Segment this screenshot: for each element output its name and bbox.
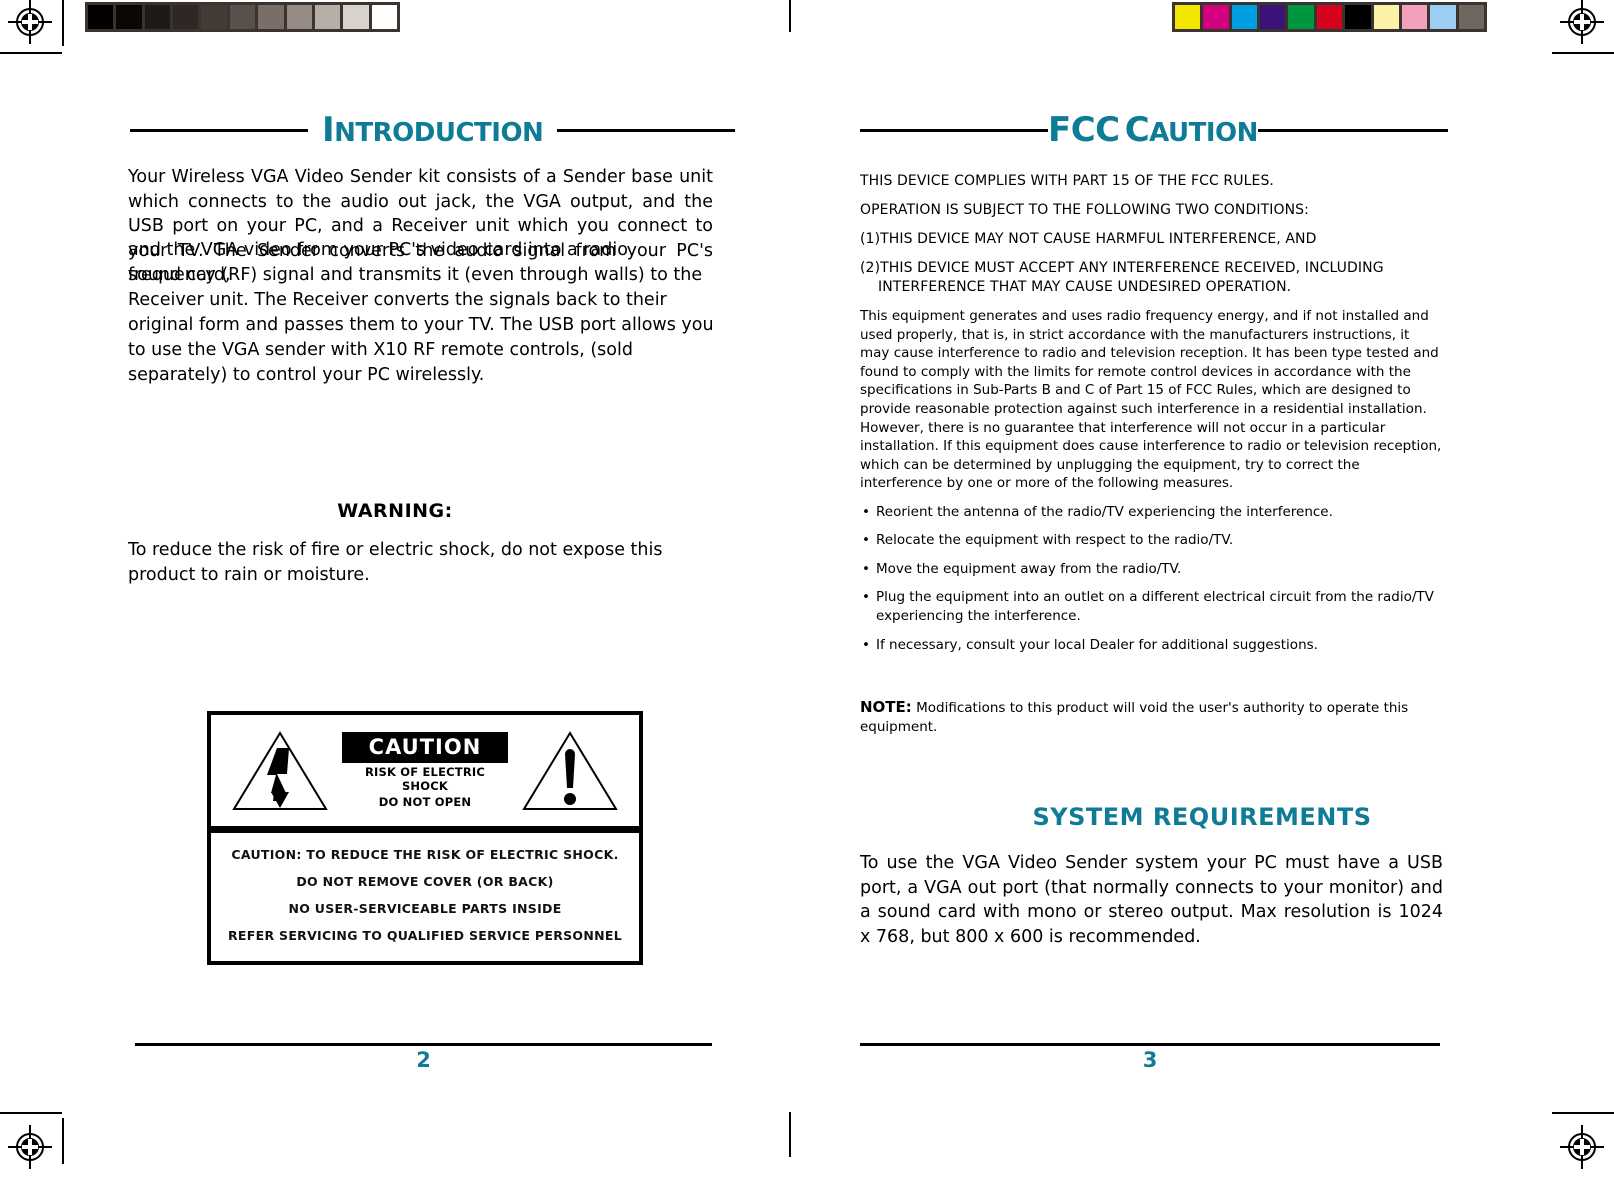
bullet-marker: • bbox=[862, 637, 870, 653]
manual-page-spread: INTRODUCTION Your Wireless VGA Video Sen… bbox=[0, 0, 1614, 1179]
heading-rule-right bbox=[557, 128, 736, 132]
bullet-marker: • bbox=[862, 532, 870, 548]
bullet-marker: • bbox=[862, 589, 870, 605]
fcc-bullet-5: • If necessary, consult your local Deale… bbox=[862, 636, 1462, 655]
system-requirements-text: To use the VGA Video Sender system your … bbox=[860, 853, 1443, 947]
caution-bottom-line-1: CAUTION: TO REDUCE THE RISK OF ELECTRIC … bbox=[231, 847, 619, 862]
left-page-footer-rule bbox=[135, 1043, 712, 1046]
introduction-heading: INTRODUCTION bbox=[130, 110, 736, 150]
warning-title: WARNING: bbox=[337, 500, 453, 522]
caution-bottom-line-4: REFER SERVICING TO QUALIFIED SERVICE PER… bbox=[228, 928, 622, 943]
fcc-statement-1: THIS DEVICE COMPLIES WITH PART 15 OF THE… bbox=[860, 173, 1274, 189]
caution-panel-subtitle-line1: RISK OF ELECTRIC SHOCK bbox=[364, 765, 486, 793]
bullet-marker: • bbox=[862, 504, 870, 520]
caution-bottom-line-3: NO USER-SERVICEABLE PARTS INSIDE bbox=[288, 901, 562, 916]
fcc-interference-paragraph: This equipment generates and uses radio … bbox=[860, 308, 1442, 492]
left-page: INTRODUCTION Your Wireless VGA Video Sen… bbox=[0, 0, 790, 1179]
fcc-bullet-3-text: Move the equipment away from the radio/T… bbox=[876, 561, 1182, 577]
right-page-footer-rule bbox=[860, 1043, 1440, 1046]
fcc-bullet-2-text: Relocate the equipment with respect to t… bbox=[876, 532, 1234, 548]
caution-graphic-top-row: CAUTION RISK OF ELECTRIC SHOCK DO NOT OP… bbox=[211, 715, 639, 833]
fcc-bullet-5-text: If necessary, consult your local Dealer … bbox=[876, 637, 1318, 653]
caution-warning-panel: CAUTION RISK OF ELECTRIC SHOCK DO NOT OP… bbox=[341, 732, 508, 809]
bullet-marker: • bbox=[862, 561, 870, 577]
caution-panel-title: CAUTION bbox=[341, 732, 508, 763]
caution-panel-subtitle-line2: DO NOT OPEN bbox=[378, 795, 472, 809]
right-page: FCC CAUTION THIS DEVICE COMPLIES WITH PA… bbox=[790, 0, 1614, 1179]
lightning-bolt-triangle-icon bbox=[231, 730, 329, 812]
caution-label-graphic: CAUTION RISK OF ELECTRIC SHOCK DO NOT OP… bbox=[207, 711, 643, 965]
heading-rule-left bbox=[130, 128, 308, 132]
fcc-heading-caution-initial: C bbox=[1124, 110, 1150, 150]
fcc-statement-2: OPERATION IS SUBJECT TO THE FOLLOWING TW… bbox=[860, 202, 1309, 218]
exclamation-triangle-icon bbox=[521, 730, 619, 812]
fcc-heading-caution-rest: AUTION bbox=[1149, 118, 1258, 148]
caution-bottom-line-2: DO NOT REMOVE COVER (OR BACK) bbox=[296, 874, 554, 889]
introduction-heading-text: NTRODUCTION bbox=[334, 118, 544, 148]
left-page-number: 2 bbox=[416, 1048, 431, 1072]
system-requirements-title: SYSTEM REQUIREMENTS bbox=[1032, 803, 1372, 831]
introduction-heading-initial: I bbox=[322, 110, 335, 150]
introduction-paragraph-part2: and the VGA video from your PC's video c… bbox=[128, 240, 714, 385]
fcc-bullet-1: • Reorient the antenna of the radio/TV e… bbox=[862, 503, 1462, 522]
fcc-bullet-1-text: Reorient the antenna of the radio/TV exp… bbox=[876, 504, 1333, 520]
right-page-number: 3 bbox=[1142, 1048, 1158, 1072]
fcc-heading-rule-left bbox=[860, 128, 1048, 132]
fcc-heading-fcc: FCC bbox=[1048, 110, 1120, 150]
fcc-heading-rule-right bbox=[1257, 128, 1448, 132]
warning-text: To reduce the risk of fire or electric s… bbox=[128, 540, 663, 585]
caution-graphic-bottom-text: CAUTION: TO REDUCE THE RISK OF ELECTRIC … bbox=[211, 833, 639, 959]
fcc-bullet-2: • Relocate the equipment with respect to… bbox=[862, 531, 1462, 550]
fcc-statement-4: (2)THIS DEVICE MUST ACCEPT ANY INTERFERE… bbox=[860, 260, 1384, 276]
fcc-bullet-4-text: Plug the equipment into an outlet on a d… bbox=[876, 589, 1434, 624]
note-label: NOTE: bbox=[860, 698, 912, 716]
fcc-bullet-3: • Move the equipment away from the radio… bbox=[862, 560, 1462, 579]
fcc-statement-3: (1)THIS DEVICE MAY NOT CAUSE HARMFUL INT… bbox=[860, 231, 1317, 247]
fcc-note: NOTE: Modifications to this product will… bbox=[860, 698, 1430, 737]
note-text: Modifications to this product will void … bbox=[860, 700, 1409, 735]
fcc-bullet-4: • Plug the equipment into an outlet on a… bbox=[862, 588, 1450, 625]
fcc-caution-heading: FCC CAUTION bbox=[860, 110, 1448, 150]
fcc-statement-5: INTERFERENCE THAT MAY CAUSE UNDESIRED OP… bbox=[878, 279, 1292, 295]
